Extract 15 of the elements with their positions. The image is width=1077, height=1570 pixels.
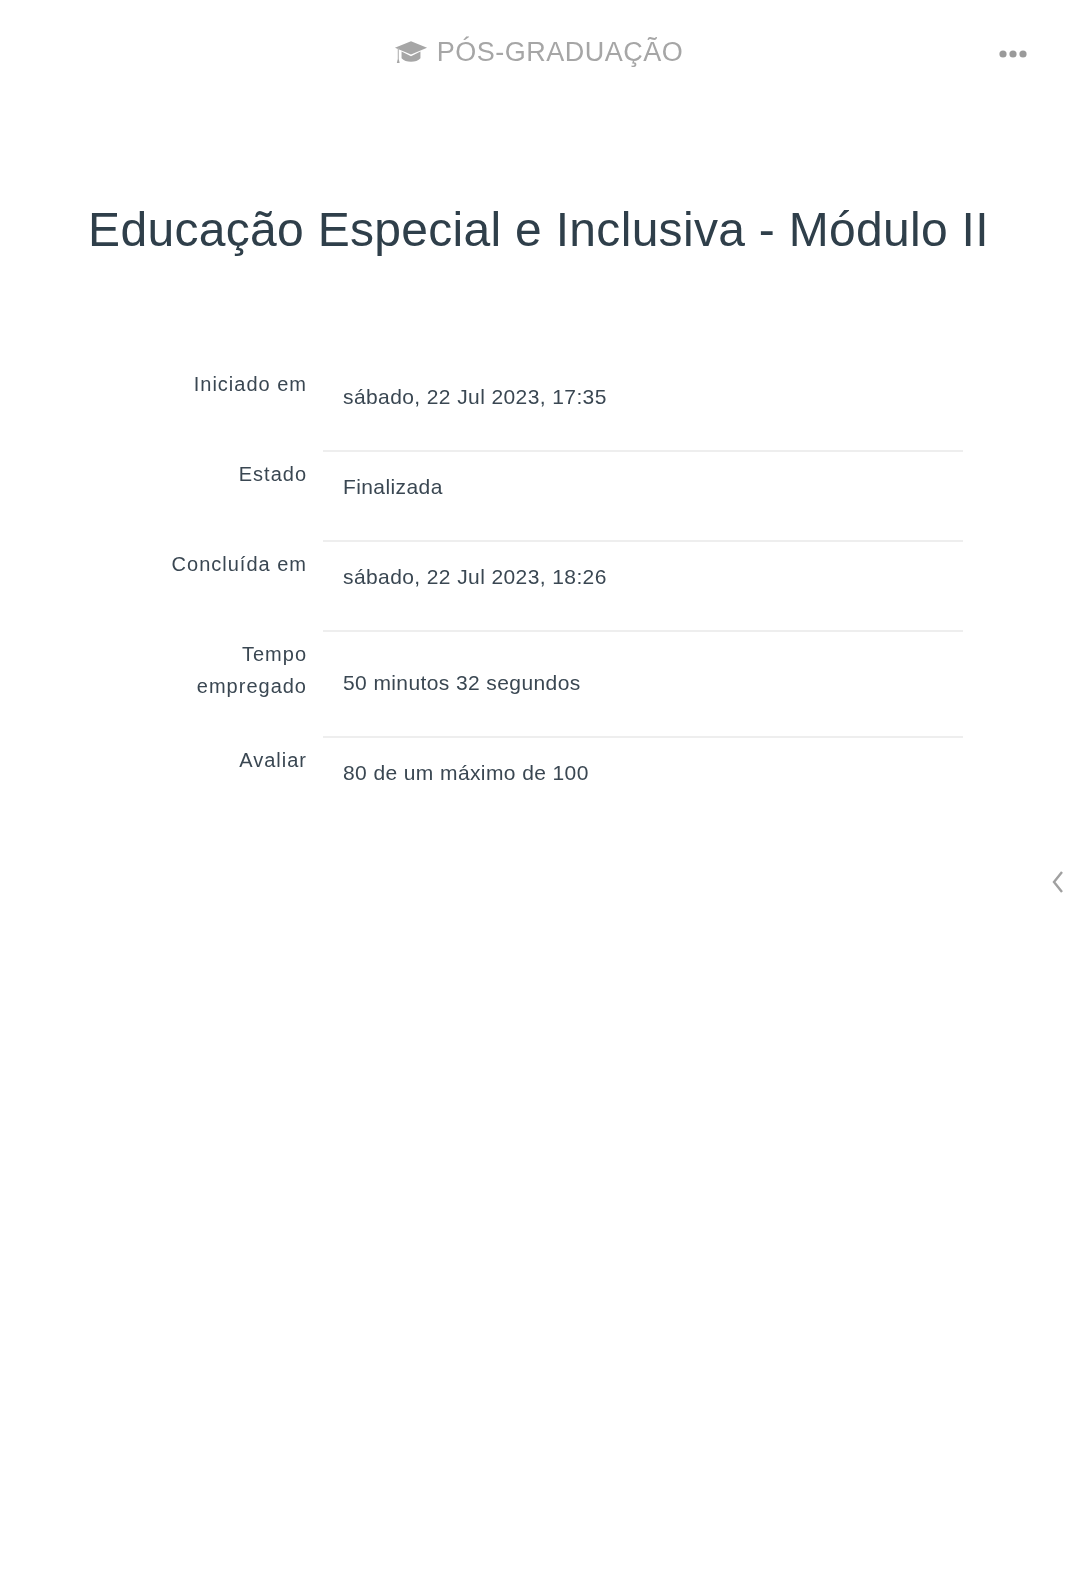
brand-title[interactable]: PÓS-GRADUAÇÃO — [436, 36, 684, 68]
field-label: Concluída em — [170, 552, 307, 577]
field-label: Iniciado em — [192, 372, 307, 397]
field-value: 80 de um máximo de 100 — [343, 760, 589, 786]
page-title: Educação Especial e Inclusiva - Módulo II — [87, 202, 990, 257]
graduation-cap-icon — [393, 39, 428, 65]
field-value: Finalizada — [343, 474, 443, 500]
field-value: sábado, 22 Jul 2023, 18:26 — [343, 564, 607, 590]
field-value: 50 minutos 32 segundos — [343, 670, 581, 696]
more-options-icon[interactable] — [999, 50, 1027, 58]
field-label: Tempo empregado — [195, 642, 307, 699]
chevron-left-icon[interactable] — [1051, 870, 1065, 894]
field-value: sábado, 22 Jul 2023, 17:35 — [343, 384, 607, 410]
field-label: Avaliar — [238, 748, 307, 773]
field-label: Estado — [237, 462, 307, 487]
